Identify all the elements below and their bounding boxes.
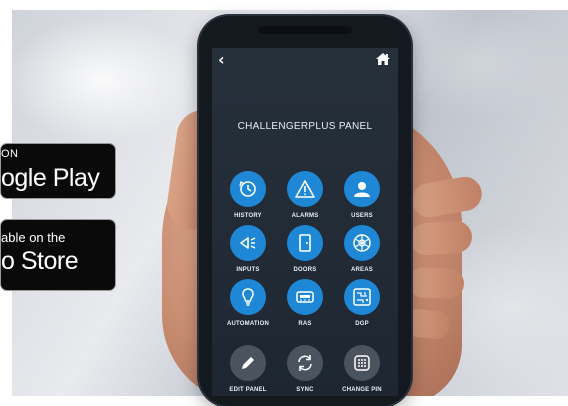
app-screen: ‹ CHALLENGERPLUS PANEL HISTORY ALARMS US… (212, 48, 398, 396)
user-icon (344, 171, 380, 207)
tile-sync[interactable]: SYNC (274, 345, 336, 393)
areas-icon (344, 225, 380, 261)
tile-dgp[interactable]: DGP (331, 279, 393, 327)
tile-label: AUTOMATION (226, 321, 270, 327)
tile-label: USERS (351, 213, 373, 219)
tile-label: DGP (355, 321, 369, 327)
tile-label: AREAS (350, 267, 373, 273)
tile-label: EDIT PANEL (229, 387, 267, 393)
tile-label: DOORS (293, 267, 317, 273)
tile-alarms[interactable]: ALARMS (274, 171, 336, 219)
phone-notch (258, 26, 352, 34)
tile-label: SYNC (296, 387, 314, 393)
tile-change-pin[interactable]: CHANGE PIN (331, 345, 393, 393)
home-icon[interactable] (376, 52, 390, 70)
finger (407, 267, 465, 299)
badge-line-1: ON (1, 148, 19, 160)
inputs-icon (230, 225, 266, 261)
tile-doors[interactable]: DOORS (274, 225, 336, 273)
tile-users[interactable]: USERS (331, 171, 393, 219)
tile-label: RAS (298, 321, 312, 327)
badge-line-1: able on the (1, 230, 66, 245)
tile-label: CHANGE PIN (342, 387, 382, 393)
panel-title: CHALLENGERPLUS PANEL (237, 121, 373, 132)
door-icon (287, 225, 323, 261)
tile-label: HISTORY (234, 213, 262, 219)
keypad-device-icon (287, 279, 323, 315)
pencil-icon (230, 345, 266, 381)
tile-inputs[interactable]: INPUTS (217, 225, 279, 273)
google-play-badge[interactable]: ON ogle Play (0, 143, 116, 199)
tile-edit-panel[interactable]: EDIT PANEL (217, 345, 279, 393)
history-icon (230, 171, 266, 207)
badge-line-2: o Store (1, 247, 79, 275)
sync-icon (287, 345, 323, 381)
circuit-board-icon (344, 279, 380, 315)
tile-ras[interactable]: RAS (274, 279, 336, 327)
app-store-badge[interactable]: able on the o Store (0, 219, 116, 291)
warning-icon (287, 171, 323, 207)
lightbulb-icon (230, 279, 266, 315)
top-bar: ‹ (212, 48, 398, 72)
pin-keypad-icon (344, 345, 380, 381)
tile-areas[interactable]: AREAS (331, 225, 393, 273)
tile-label: ALARMS (291, 213, 319, 219)
back-button[interactable]: ‹ (218, 50, 225, 69)
badge-line-2: ogle Play (1, 164, 100, 192)
tile-label: INPUTS (236, 267, 260, 273)
tile-history[interactable]: HISTORY (217, 171, 279, 219)
finger (408, 219, 474, 257)
tile-automation[interactable]: AUTOMATION (217, 279, 279, 327)
